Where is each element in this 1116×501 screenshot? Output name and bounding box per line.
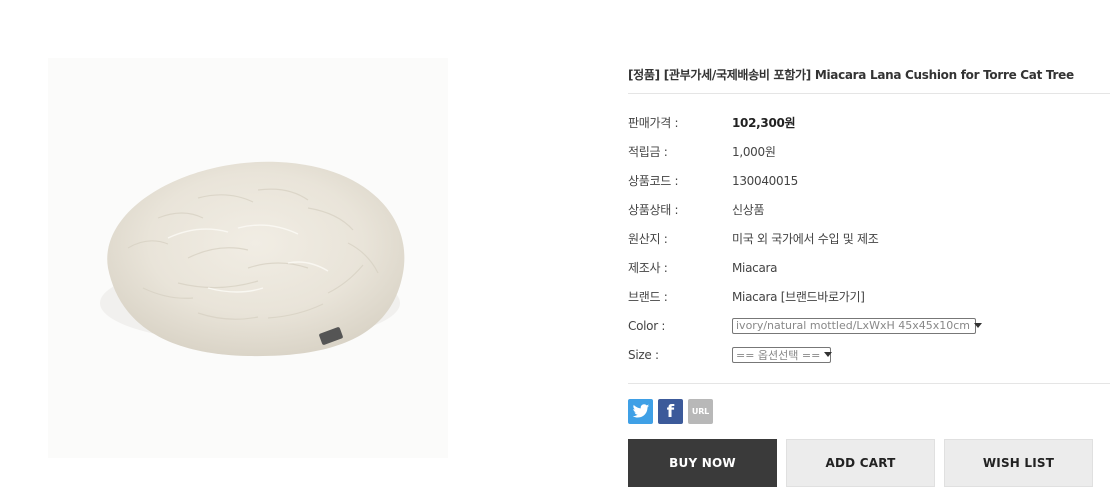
divider: [628, 383, 1110, 384]
facebook-share-button[interactable]: f: [658, 399, 683, 424]
wish-list-button[interactable]: WISH LIST: [944, 439, 1093, 487]
spec-row-origin: 원산지 : 미국 외 국가에서 수입 및 제조: [628, 224, 1110, 253]
condition-value: 신상품: [732, 203, 765, 217]
points-value: 1,000원: [732, 145, 776, 159]
spec-label: 제조사 :: [628, 261, 668, 275]
spec-row-points: 적립금 : 1,000원: [628, 137, 1110, 166]
color-option-label: Color :: [628, 318, 666, 333]
add-cart-button[interactable]: ADD CART: [786, 439, 935, 487]
spec-label: 브랜드 :: [628, 290, 668, 304]
manufacturer-value: Miacara: [732, 260, 778, 275]
spec-table: 판매가격 : 102,300원 적립금 : 1,000원 상품코드 : 1300…: [628, 108, 1110, 369]
buy-now-button[interactable]: BUY NOW: [628, 439, 777, 487]
color-select[interactable]: ivory/natural mottled/LxWxH 45x45x10cm: [732, 317, 982, 334]
spec-label: 상품코드 :: [628, 174, 679, 188]
spec-label: 상품상태 :: [628, 203, 679, 217]
brand-link[interactable]: Miacara [브랜드바로가기]: [732, 288, 865, 305]
twitter-share-button[interactable]: [628, 399, 653, 424]
size-select-value: == 옵션선택 ==: [736, 348, 821, 362]
spec-row-code: 상품코드 : 130040015: [628, 166, 1110, 195]
spec-row-manufacturer: 제조사 : Miacara: [628, 253, 1110, 282]
url-icon: URL: [691, 407, 710, 416]
size-option-label: Size :: [628, 347, 659, 362]
spec-label: 원산지 :: [628, 232, 668, 246]
chevron-down-icon: [824, 352, 833, 357]
twitter-icon: [632, 404, 649, 418]
product-info: [정품] [관부가세/국제배송비 포함가] Miacara Lana Cushi…: [628, 66, 1110, 487]
spec-row-condition: 상품상태 : 신상품: [628, 195, 1110, 224]
spec-label: 적립금 :: [628, 145, 668, 159]
product-code-value: 130040015: [732, 173, 799, 188]
copy-url-button[interactable]: URL: [688, 399, 713, 424]
fur-cushion-illustration: [100, 161, 405, 357]
spec-row-price: 판매가격 : 102,300원: [628, 108, 1110, 137]
chevron-down-icon: [974, 323, 982, 328]
color-select-value: ivory/natural mottled/LxWxH 45x45x10cm: [736, 319, 970, 332]
spec-row-size: Size : == 옵션선택 ==: [628, 340, 1110, 369]
size-select[interactable]: == 옵션선택 ==: [732, 346, 833, 363]
product-image: [48, 58, 448, 458]
price-value: 102,300원: [732, 116, 796, 130]
product-page: [정품] [관부가세/국제배송비 포함가] Miacara Lana Cushi…: [0, 0, 1116, 501]
origin-value: 미국 외 국가에서 수입 및 제조: [732, 232, 879, 246]
spec-label: 판매가격 :: [628, 116, 679, 130]
spec-row-brand: 브랜드 : Miacara [브랜드바로가기]: [628, 282, 1110, 311]
product-title: [정품] [관부가세/국제배송비 포함가] Miacara Lana Cushi…: [628, 66, 1110, 94]
share-buttons: f URL: [628, 399, 1110, 424]
action-buttons: BUY NOW ADD CART WISH LIST: [628, 439, 1110, 487]
facebook-icon: f: [666, 401, 675, 422]
spec-row-color: Color : ivory/natural mottled/LxWxH 45x4…: [628, 311, 1110, 340]
